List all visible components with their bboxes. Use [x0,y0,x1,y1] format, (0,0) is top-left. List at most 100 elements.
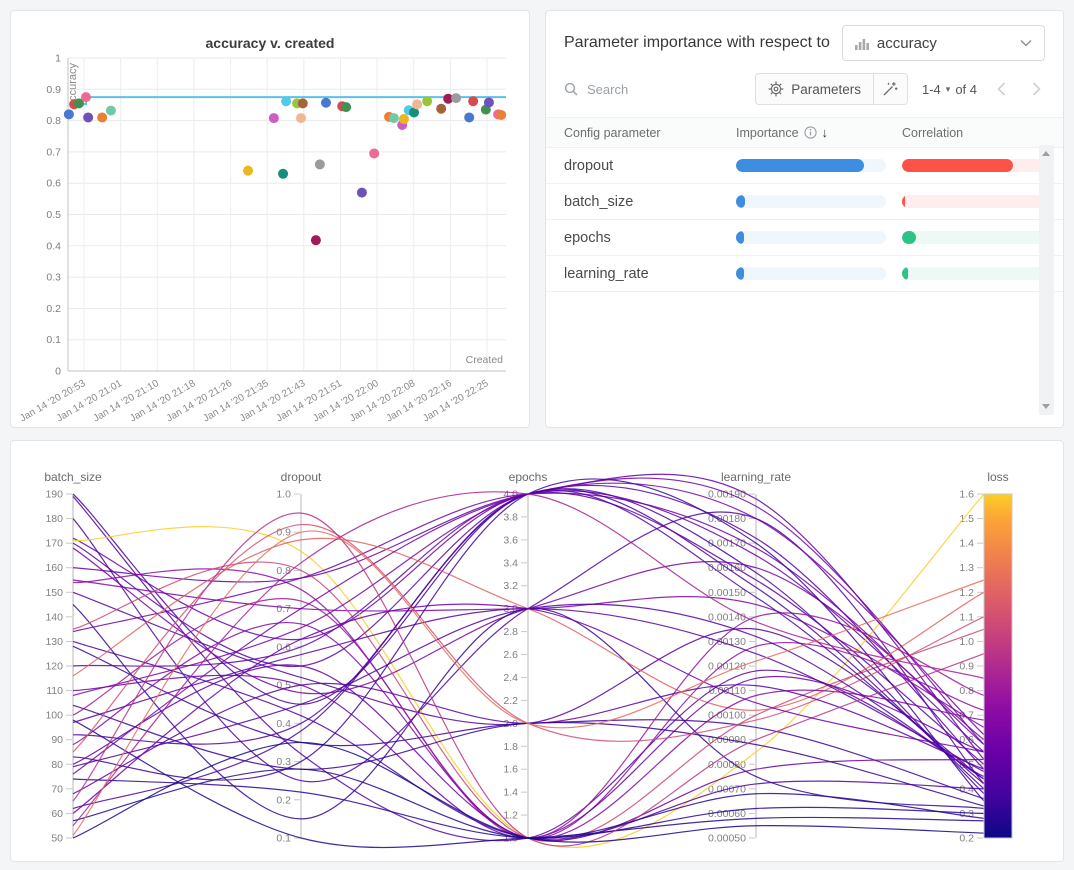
svg-text:epochs: epochs [509,470,548,484]
svg-text:0.00180: 0.00180 [708,513,746,525]
parallel-coordinates-plot[interactable]: 5060708090100110120130140150160170180190… [11,441,1063,861]
svg-text:120: 120 [45,661,63,673]
target-metric-select[interactable]: accuracy [842,25,1045,61]
svg-text:0.3: 0.3 [46,272,61,284]
correlation-bar [902,231,1052,244]
svg-text:1.1: 1.1 [959,611,974,623]
svg-text:loss: loss [987,470,1008,484]
svg-text:0.4: 0.4 [959,783,974,795]
pagination-of: of 4 [955,82,977,97]
pagination-control[interactable]: 1-4 ▾ of 4 [922,82,977,97]
pagination-range: 1-4 [922,82,941,97]
search-icon [564,82,578,96]
svg-text:100: 100 [45,710,63,722]
gear-icon [768,81,784,97]
svg-text:160: 160 [45,562,63,574]
scroll-down-icon[interactable] [1042,404,1050,409]
svg-text:0.00140: 0.00140 [708,611,746,623]
parameter-importance-panel: Parameter importance with respect to acc… [545,10,1064,428]
svg-text:0.7: 0.7 [276,603,291,615]
svg-text:dropout: dropout [281,470,322,484]
svg-text:0.5: 0.5 [46,209,61,221]
importance-table-header: Config parameter Importance ↓ Correlatio… [546,117,1063,148]
svg-text:0.3: 0.3 [276,756,291,768]
svg-text:3.8: 3.8 [503,511,518,523]
svg-text:0.6: 0.6 [46,178,61,190]
bar-chart-icon [855,37,869,50]
svg-text:140: 140 [45,611,63,623]
svg-text:180: 180 [45,513,63,525]
svg-text:0.1: 0.1 [46,334,61,346]
svg-text:0.4: 0.4 [46,240,61,252]
scatter-panel: accuracy v. created 00.10.20.30.40.50.60… [10,10,530,428]
search-input[interactable] [585,81,709,98]
scroll-up-icon[interactable] [1042,151,1050,156]
svg-text:150: 150 [45,587,63,599]
svg-text:3.4: 3.4 [503,557,518,569]
config-parameter-name: dropout [564,158,736,174]
prev-page-button[interactable] [997,82,1006,96]
column-correlation: Correlation [902,126,1033,140]
svg-text:70: 70 [51,783,63,795]
svg-text:1.0: 1.0 [276,489,291,501]
importance-table-row[interactable]: batch_size [546,184,1063,220]
svg-text:batch_size: batch_size [44,470,102,484]
target-metric-label: accuracy [877,35,1012,52]
svg-text:60: 60 [51,808,63,820]
pagination-caret-icon: ▾ [946,84,951,95]
svg-text:0: 0 [55,366,61,378]
svg-text:170: 170 [45,538,63,550]
svg-text:0.8: 0.8 [276,565,291,577]
magic-wand-button[interactable] [874,73,908,105]
scatter-plot[interactable]: 00.10.20.30.40.50.60.70.80.91Jan 14 '20 … [11,11,529,427]
svg-text:0.4: 0.4 [276,718,291,730]
next-page-button[interactable] [1032,82,1041,96]
wand-sparkles-icon [882,81,898,97]
config-parameter-name: batch_size [564,194,736,210]
svg-text:0.00050: 0.00050 [708,833,746,845]
importance-table-row[interactable]: learning_rate [546,256,1063,292]
svg-text:80: 80 [51,759,63,771]
svg-text:50: 50 [51,833,63,845]
search-box[interactable] [564,81,755,98]
correlation-bar [902,159,1052,172]
svg-text:190: 190 [45,489,63,501]
importance-bar [736,267,886,280]
svg-text:0.00090: 0.00090 [708,734,746,746]
parallel-coordinates-panel: 5060708090100110120130140150160170180190… [10,440,1064,862]
svg-text:1: 1 [55,53,61,65]
parameters-button-label: Parameters [791,82,861,97]
svg-text:3.6: 3.6 [503,534,518,546]
column-config-parameter: Config parameter [564,126,736,140]
svg-text:0.2: 0.2 [46,303,61,315]
svg-text:0.3: 0.3 [959,808,974,820]
svg-text:1.6: 1.6 [959,489,974,501]
svg-text:learning_rate: learning_rate [721,470,791,484]
svg-text:90: 90 [51,734,63,746]
importance-table: Config parameter Importance ↓ Correlatio… [546,117,1063,292]
svg-text:2.6: 2.6 [503,649,518,661]
importance-bar [736,231,886,244]
svg-text:1.8: 1.8 [503,741,518,753]
svg-text:0.00100: 0.00100 [708,710,746,722]
importance-bar [736,195,886,208]
sort-descending-icon[interactable]: ↓ [822,125,829,140]
column-importance[interactable]: Importance ↓ [736,125,902,140]
parameters-button[interactable]: Parameters [755,73,874,105]
svg-text:0.2: 0.2 [276,794,291,806]
svg-text:Created: Created [466,354,504,366]
vertical-scrollbar[interactable] [1039,145,1054,415]
svg-text:2.2: 2.2 [503,695,518,707]
info-circle-icon[interactable] [804,126,817,139]
config-parameter-name: epochs [564,230,736,246]
svg-text:1.4: 1.4 [503,787,518,799]
svg-text:0.7: 0.7 [46,146,61,158]
svg-text:Jan 14 '20 22:25: Jan 14 '20 22:25 [421,378,491,425]
correlation-bar [902,267,1052,280]
importance-panel-title: Parameter importance with respect to [564,34,830,52]
svg-text:1.6: 1.6 [503,764,518,776]
svg-text:0.2: 0.2 [959,833,974,845]
importance-table-row[interactable]: epochs [546,220,1063,256]
svg-text:2.8: 2.8 [503,626,518,638]
importance-table-row[interactable]: dropout [546,148,1063,184]
